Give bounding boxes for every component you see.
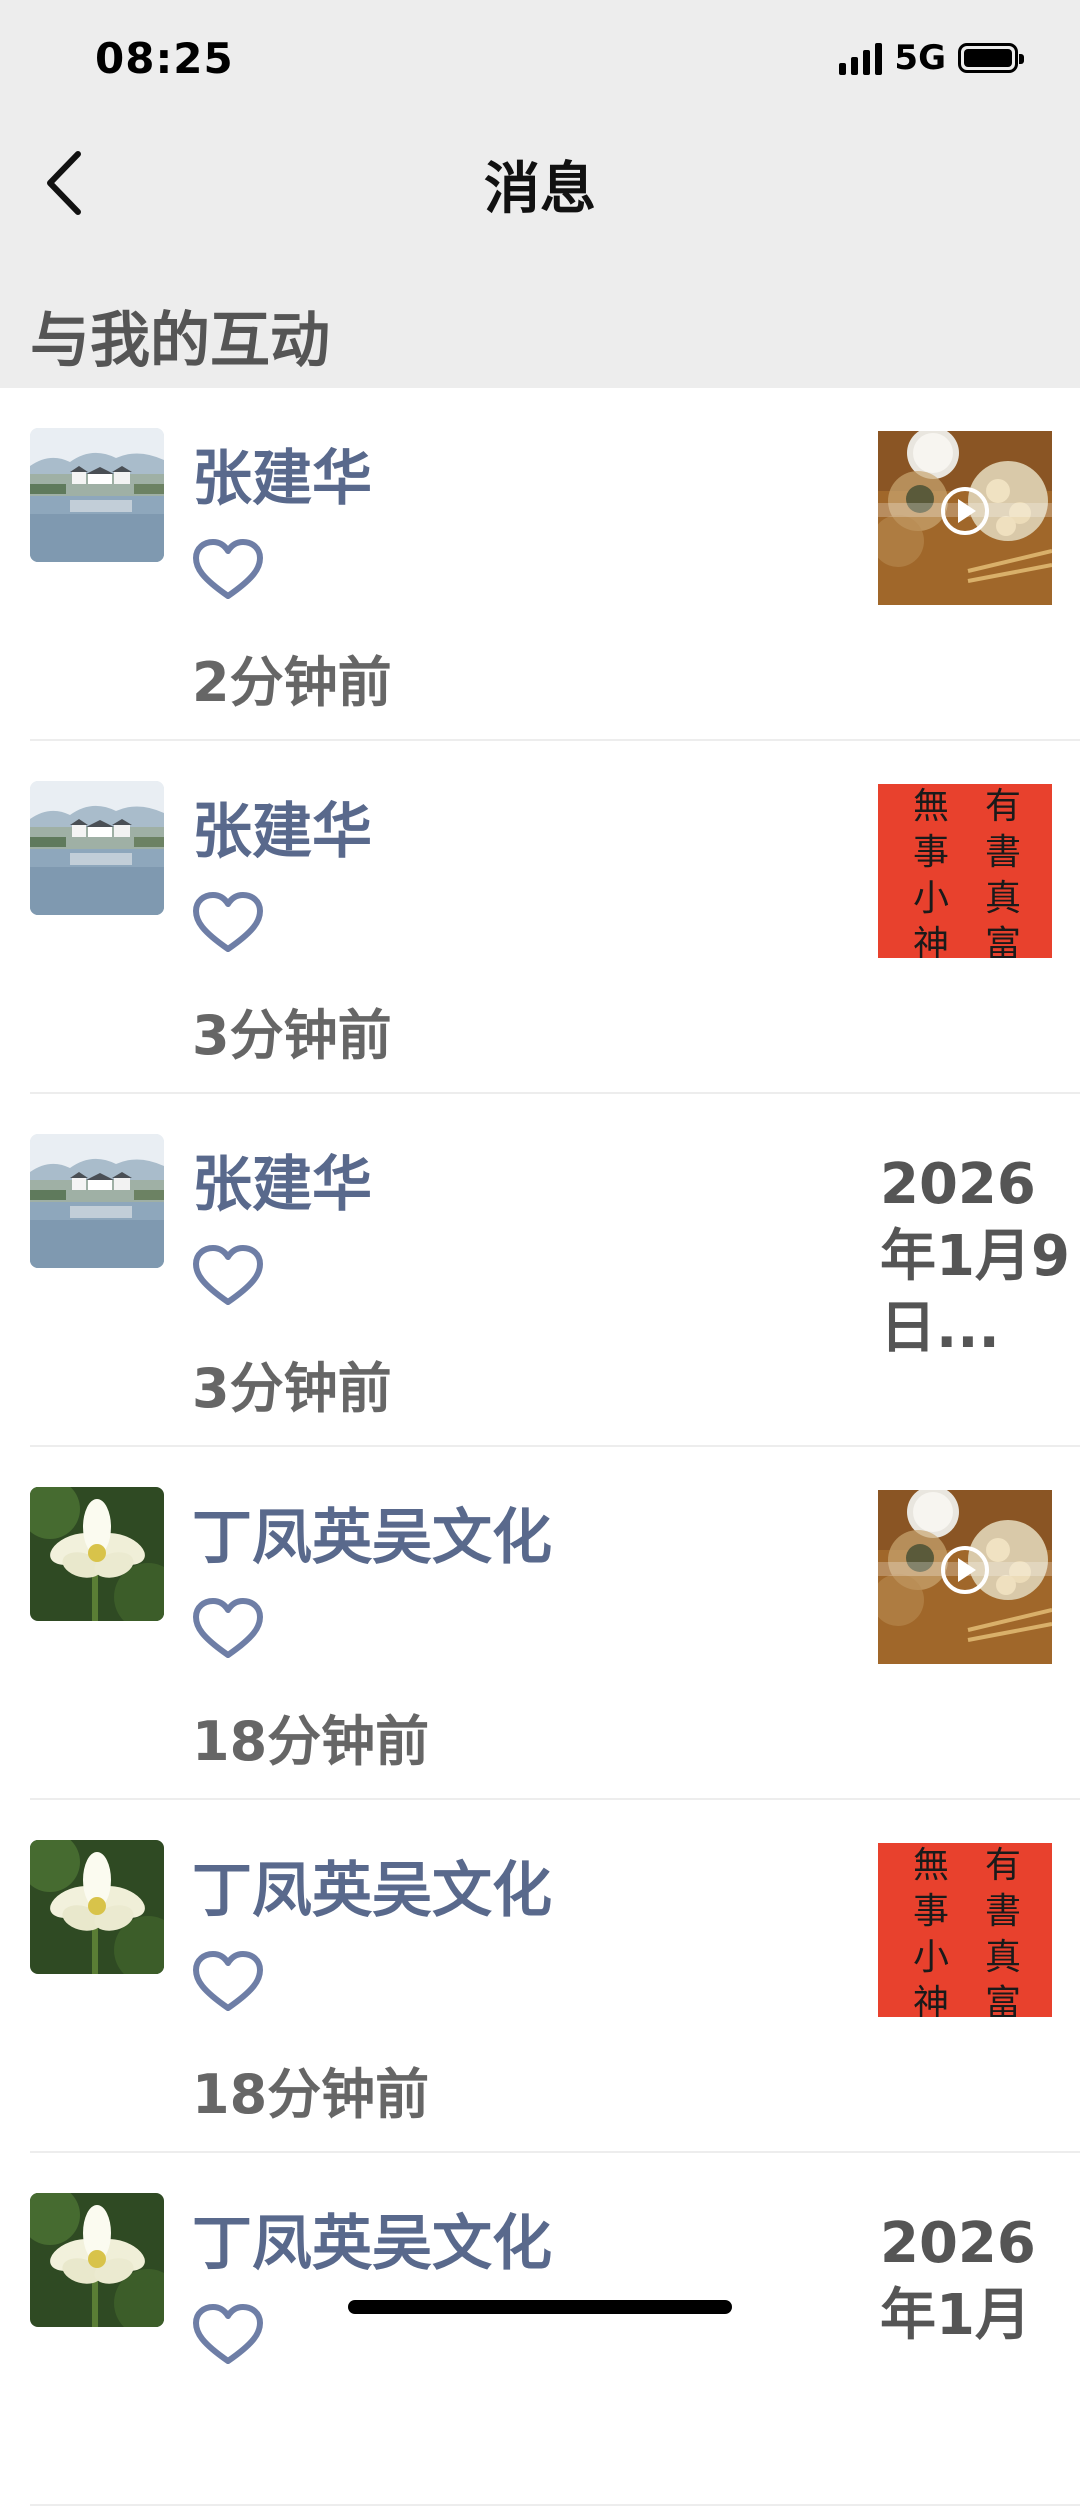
avatar[interactable] [30, 1134, 164, 1268]
calligraphy-column-right: 有書真富 [984, 786, 1021, 958]
list-item[interactable]: 张建华 3分钟前 2026年1月9日... [30, 1094, 1080, 1447]
heart-icon [193, 1951, 263, 2011]
timestamp: 3分钟前 [192, 1357, 392, 1420]
user-name[interactable]: 张建华 [192, 430, 372, 517]
battery-icon [958, 43, 1024, 73]
status-time: 08:25 [95, 34, 234, 83]
home-indicator[interactable] [348, 2300, 732, 2314]
user-name[interactable]: 丁凤英吴文化 [192, 1489, 552, 1576]
status-indicators: 5G [839, 38, 1024, 78]
heart-icon [193, 539, 263, 599]
timestamp: 18分钟前 [192, 2063, 430, 2126]
calligraphy-thumbnail[interactable]: 無事小神 有書真富 [878, 1843, 1052, 2017]
user-name[interactable]: 张建华 [192, 1136, 372, 1223]
calligraphy-column-left: 無事小神 [912, 786, 949, 958]
video-thumbnail[interactable] [878, 1490, 1052, 1664]
list-item[interactable]: 张建华 2分钟前 [30, 388, 1080, 741]
list-item[interactable]: 丁凤英吴文化 2026年1月 [30, 2153, 1080, 2506]
list-item[interactable]: 丁凤英吴文化 18分钟前 [30, 1447, 1080, 1800]
user-name[interactable]: 丁凤英吴文化 [192, 2195, 552, 2282]
calligraphy-column-right: 有書真富 [984, 1845, 1021, 2017]
avatar[interactable] [30, 1487, 164, 1621]
network-label: 5G [894, 38, 946, 78]
interaction-list: 张建华 2分钟前 张建华 3分钟前 無事小神 有書真富 张建华 3分钟前 202… [0, 388, 1080, 2506]
heart-icon [193, 1598, 263, 1658]
section-header: 与我的互动 [30, 306, 330, 376]
timestamp: 2分钟前 [192, 651, 392, 714]
user-name[interactable]: 丁凤英吴文化 [192, 1842, 552, 1929]
page-title: 消息 [484, 157, 596, 222]
avatar[interactable] [30, 781, 164, 915]
heart-icon [193, 892, 263, 952]
video-thumbnail[interactable] [878, 431, 1052, 605]
calligraphy-column-left: 無事小神 [912, 1845, 949, 2017]
avatar[interactable] [30, 428, 164, 562]
heart-icon [193, 1245, 263, 1305]
calligraphy-thumbnail[interactable]: 無事小神 有書真富 [878, 784, 1052, 958]
avatar[interactable] [30, 1840, 164, 1974]
preview-text[interactable]: 2026年1月 [880, 2208, 1070, 2352]
avatar[interactable] [30, 2193, 164, 2327]
signal-icon [839, 41, 883, 75]
timestamp: 3分钟前 [192, 1004, 392, 1067]
list-item[interactable]: 张建华 3分钟前 無事小神 有書真富 [30, 741, 1080, 1094]
timestamp: 18分钟前 [192, 1710, 430, 1773]
user-name[interactable]: 张建华 [192, 783, 372, 870]
list-item[interactable]: 丁凤英吴文化 18分钟前 無事小神 有書真富 [30, 1800, 1080, 2153]
heart-icon [193, 2304, 263, 2364]
preview-text[interactable]: 2026年1月9日... [880, 1149, 1070, 1365]
